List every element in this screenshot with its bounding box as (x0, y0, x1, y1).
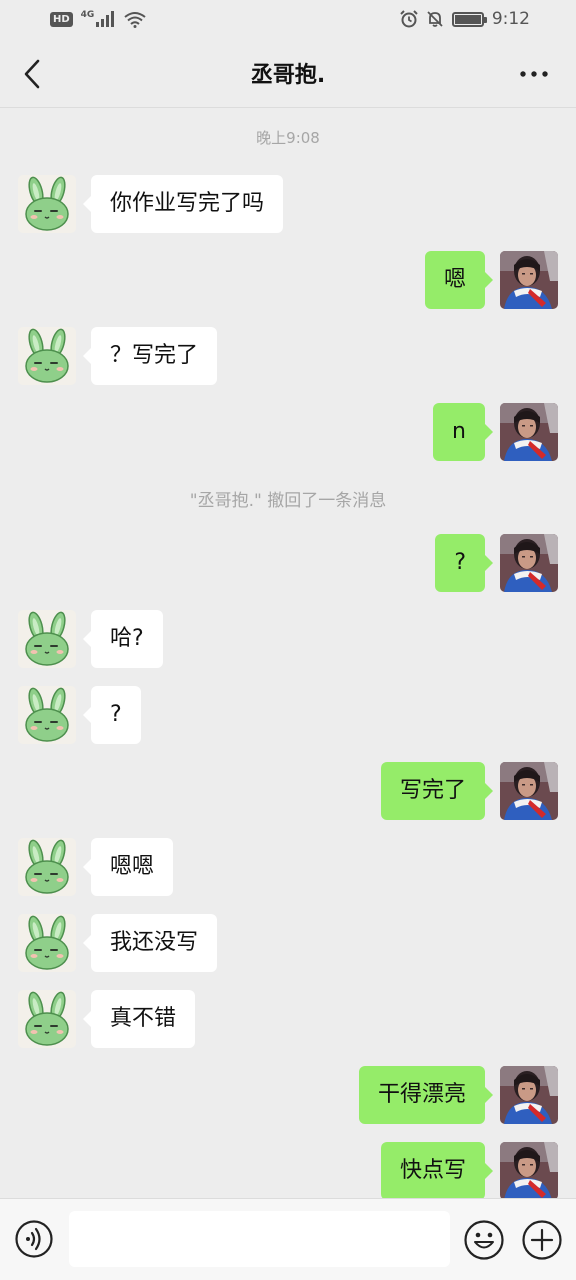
contact-avatar[interactable] (18, 175, 76, 233)
bunny-avatar-image (18, 990, 76, 1048)
message-row: 写完了 (0, 762, 576, 822)
alarm-icon (400, 10, 418, 28)
message-bubble[interactable]: ? (435, 534, 493, 592)
user-photo-image (500, 1066, 558, 1124)
user-photo-image (500, 403, 558, 461)
bunny-avatar-image (18, 610, 76, 668)
message-row: 你作业写完了吗 (0, 175, 576, 235)
message-bubble[interactable]: 快点写 (380, 1142, 494, 1200)
battery-icon (451, 11, 487, 27)
message-bubble[interactable]: 嗯 (424, 251, 494, 309)
more-options-button[interactable] (514, 54, 554, 94)
back-button[interactable] (14, 54, 50, 94)
chat-area[interactable]: 晚上9:08 你作业写完了吗 嗯 ？写完了 n "丞哥抱." 撤回了一条消息 ?… (0, 108, 576, 1200)
more-dots-icon (520, 71, 548, 77)
user-photo-image (500, 762, 558, 820)
message-row: 快点写 (0, 1142, 576, 1202)
self-avatar[interactable] (500, 1142, 558, 1200)
message-bubble[interactable]: ? (83, 686, 141, 744)
user-photo-image (500, 534, 558, 592)
emoji-icon (464, 1220, 504, 1260)
message-bubble[interactable]: 我还没写 (82, 914, 218, 972)
self-avatar[interactable] (500, 534, 558, 592)
bunny-avatar-image (18, 838, 76, 896)
message-bubble[interactable]: 哈? (83, 610, 163, 668)
signal-icon (96, 11, 115, 27)
contact-avatar[interactable] (18, 327, 76, 385)
message-bubble[interactable]: 你作业写完了吗 (82, 175, 284, 233)
chevron-left-icon (24, 59, 40, 89)
contact-avatar[interactable] (18, 990, 76, 1048)
recall-notice: "丞哥抱." 撤回了一条消息 (189, 491, 387, 511)
self-avatar[interactable] (500, 251, 558, 309)
status-time: 9:12 (491, 9, 530, 29)
contact-avatar[interactable] (18, 686, 76, 744)
chat-header: 丞哥抱. (0, 38, 576, 108)
emoji-button[interactable] (463, 1219, 505, 1261)
message-bubble[interactable]: 写完了 (380, 762, 494, 820)
message-row: 我还没写 (0, 914, 576, 974)
message-row: ? (0, 686, 576, 746)
message-bubble[interactable]: n (433, 403, 493, 461)
plus-icon (522, 1220, 562, 1260)
more-functions-button[interactable] (521, 1219, 563, 1261)
message-row: ？写完了 (0, 327, 576, 387)
status-left: HD 4G (50, 10, 146, 28)
message-bubble[interactable]: 干得漂亮 (358, 1066, 494, 1124)
self-avatar[interactable] (500, 762, 558, 820)
message-bubble[interactable]: 真不错 (82, 990, 196, 1048)
bunny-avatar-image (18, 914, 76, 972)
user-photo-image (500, 251, 558, 309)
contact-avatar[interactable] (18, 838, 76, 896)
contact-avatar[interactable] (18, 914, 76, 972)
self-avatar[interactable] (500, 403, 558, 461)
voice-button[interactable] (14, 1219, 54, 1259)
bunny-avatar-image (18, 686, 76, 744)
status-bar: HD 4G 9:12 (0, 0, 576, 38)
message-row: ? (0, 534, 576, 594)
input-bar (0, 1198, 576, 1280)
message-row: 哈? (0, 610, 576, 670)
bunny-avatar-image (18, 327, 76, 385)
contact-avatar[interactable] (18, 610, 76, 668)
wifi-icon (124, 11, 146, 28)
network-type: 4G (80, 10, 95, 20)
message-row: 嗯嗯 (0, 838, 576, 898)
self-avatar[interactable] (500, 1066, 558, 1124)
message-row: 嗯 (0, 251, 576, 311)
message-row: n (0, 403, 576, 463)
user-photo-image (500, 1142, 558, 1200)
mute-icon (427, 11, 443, 27)
chat-title: 丞哥抱. (250, 62, 326, 88)
bunny-avatar-image (18, 175, 76, 233)
hd-badge: HD (50, 11, 73, 27)
message-row: 真不错 (0, 990, 576, 1050)
status-right: 9:12 (400, 9, 530, 29)
message-timestamp: 晚上9:08 (256, 129, 320, 147)
message-row: 干得漂亮 (0, 1066, 576, 1126)
message-input[interactable] (69, 1211, 450, 1267)
message-bubble[interactable]: ？写完了 (82, 327, 218, 385)
voice-icon (15, 1220, 53, 1258)
message-bubble[interactable]: 嗯嗯 (82, 838, 174, 896)
